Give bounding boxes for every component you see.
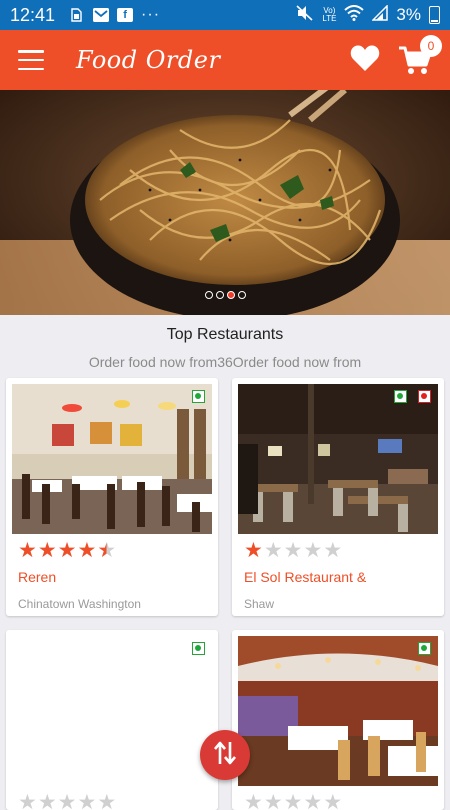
- star-empty-icon: ★: [323, 539, 343, 562]
- star-empty-icon: ★: [263, 539, 283, 562]
- restaurant-name[interactable]: Reren: [18, 569, 56, 585]
- star-empty-icon: ★: [97, 791, 117, 810]
- restaurant-photo: [12, 384, 212, 534]
- carousel-indicator: [0, 291, 450, 299]
- mute-icon: [296, 4, 314, 26]
- facebook-icon: f: [117, 8, 134, 22]
- veg-badge-icon: [192, 642, 205, 655]
- star-empty-icon: ★: [283, 539, 303, 562]
- restaurant-location: Shaw: [244, 597, 275, 611]
- wifi-icon: [344, 4, 365, 26]
- notification-icons: f ···: [67, 6, 160, 24]
- volte-icon: Vo) LTE: [322, 6, 337, 23]
- carousel-dot[interactable]: [215, 291, 224, 299]
- section-subtitle: Order food now from36Order food now from: [88, 354, 362, 370]
- star-empty-icon: ★: [77, 791, 97, 810]
- star-empty-icon: ★: [303, 791, 323, 810]
- star-empty-icon: ★: [57, 791, 77, 810]
- restaurant-name[interactable]: El Sol Restaurant &: [244, 569, 366, 585]
- cart-count-badge: 0: [420, 35, 442, 57]
- status-time: 12:41: [10, 4, 56, 25]
- star-empty-icon: ★: [303, 539, 323, 562]
- mail-icon: [93, 8, 110, 22]
- star-half-icon: ★: [97, 539, 117, 562]
- star-empty-icon: ★: [18, 791, 37, 810]
- app-title: Food Order: [76, 46, 221, 74]
- star-empty-icon: ★: [283, 791, 303, 810]
- carousel-dot[interactable]: [204, 291, 213, 299]
- veg-badge-icon: [418, 642, 431, 655]
- star-empty-icon: ★: [244, 791, 263, 810]
- rating-stars: ★ ★ ★ ★ ★: [244, 540, 342, 561]
- restaurant-card[interactable]: ★ ★ ★ ★ ★ Reren Chinatown Washington: [6, 378, 218, 616]
- carousel-dot-active[interactable]: [226, 291, 235, 299]
- signal-icon: [371, 3, 389, 26]
- app-bar: Food Order 0: [0, 30, 450, 90]
- sort-button[interactable]: [200, 730, 250, 780]
- section-title: Top Restaurants: [166, 326, 284, 343]
- status-bar: 12:41 f ··· Vo) LTE 3%: [0, 0, 450, 30]
- more-icon: ···: [141, 6, 161, 23]
- cart-icon: [398, 46, 432, 81]
- battery-percent: 3%: [396, 5, 421, 24]
- banner-image: [0, 90, 450, 315]
- star-icon: ★: [77, 539, 97, 562]
- star-icon: ★: [37, 539, 57, 562]
- favorites-icon[interactable]: [350, 44, 380, 77]
- veg-badge-icon: [394, 390, 407, 403]
- sort-icon: [213, 740, 237, 771]
- restaurant-card[interactable]: ★ ★ ★ ★ ★ El Sol Restaurant & Shaw: [232, 378, 444, 616]
- star-empty-icon: ★: [37, 791, 57, 810]
- rating-stars: ★ ★ ★ ★ ★: [244, 792, 342, 810]
- cart-button[interactable]: 0: [398, 35, 442, 77]
- star-icon: ★: [57, 539, 77, 562]
- star-icon: ★: [244, 539, 263, 562]
- system-icons: Vo) LTE 3%: [296, 3, 440, 26]
- carousel-dot[interactable]: [237, 291, 246, 299]
- veg-badge-icon: [192, 390, 205, 403]
- menu-icon[interactable]: [18, 50, 44, 70]
- restaurant-location: Chinatown Washington: [18, 597, 141, 611]
- restaurant-photo: [238, 636, 438, 786]
- banner-carousel[interactable]: [0, 90, 450, 315]
- restaurant-photo: [12, 636, 212, 786]
- sim-icon: [67, 8, 85, 22]
- rating-stars: ★ ★ ★ ★ ★: [18, 792, 116, 810]
- star-empty-icon: ★: [263, 791, 283, 810]
- restaurant-card[interactable]: ★ ★ ★ ★ ★: [6, 630, 218, 810]
- rating-stars: ★ ★ ★ ★ ★: [18, 540, 116, 561]
- restaurant-card[interactable]: ★ ★ ★ ★ ★: [232, 630, 444, 810]
- non-veg-badge-icon: [418, 390, 431, 403]
- star-icon: ★: [18, 539, 37, 562]
- battery-icon: [429, 6, 440, 24]
- star-empty-icon: ★: [323, 791, 343, 810]
- restaurant-photo: [238, 384, 438, 534]
